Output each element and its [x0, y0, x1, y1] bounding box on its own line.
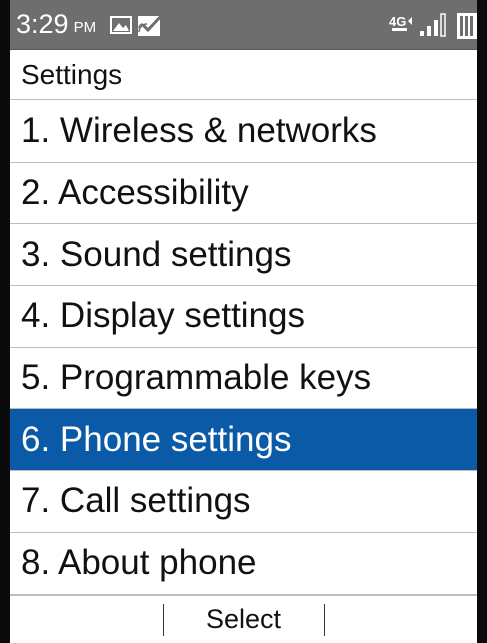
menu-item-phone-settings[interactable]: 6. Phone settings — [10, 409, 477, 472]
image-notification-icon — [110, 15, 133, 34]
menu-item-about-phone[interactable]: 8. About phone — [10, 533, 477, 595]
status-right-icons: 4G — [389, 0, 477, 50]
phone-screen: 3:29 PM 4G Settings 1. Wireless & networ… — [0, 0, 487, 643]
status-bar: 3:29 PM 4G — [10, 0, 477, 50]
softkey-bar: Select — [10, 595, 477, 643]
battery-icon — [455, 10, 477, 40]
4g-lte-icon: 4G — [389, 14, 413, 36]
menu-item-display-settings[interactable]: 4. Display settings — [10, 286, 477, 348]
signal-icon — [419, 13, 449, 37]
menu-item-programmable-keys[interactable]: 5. Programmable keys — [10, 348, 477, 410]
menu-item-sound-settings[interactable]: 3. Sound settings — [10, 224, 477, 287]
menu-item-call-settings[interactable]: 7. Call settings — [10, 471, 477, 533]
softkey-divider-right — [323, 603, 325, 636]
settings-menu: 1. Wireless & networks 2. Accessibility … — [10, 101, 477, 595]
page-title: Settings — [10, 50, 477, 100]
network-label: 4G — [389, 14, 406, 29]
menu-item-accessibility[interactable]: 2. Accessibility — [10, 163, 477, 225]
status-ampm: PM — [73, 19, 97, 36]
select-softkey[interactable]: Select — [164, 604, 324, 635]
menu-item-wireless-networks[interactable]: 1. Wireless & networks — [10, 101, 477, 163]
message-notification-icon — [136, 12, 166, 38]
status-time: 3:29 — [16, 9, 69, 39]
